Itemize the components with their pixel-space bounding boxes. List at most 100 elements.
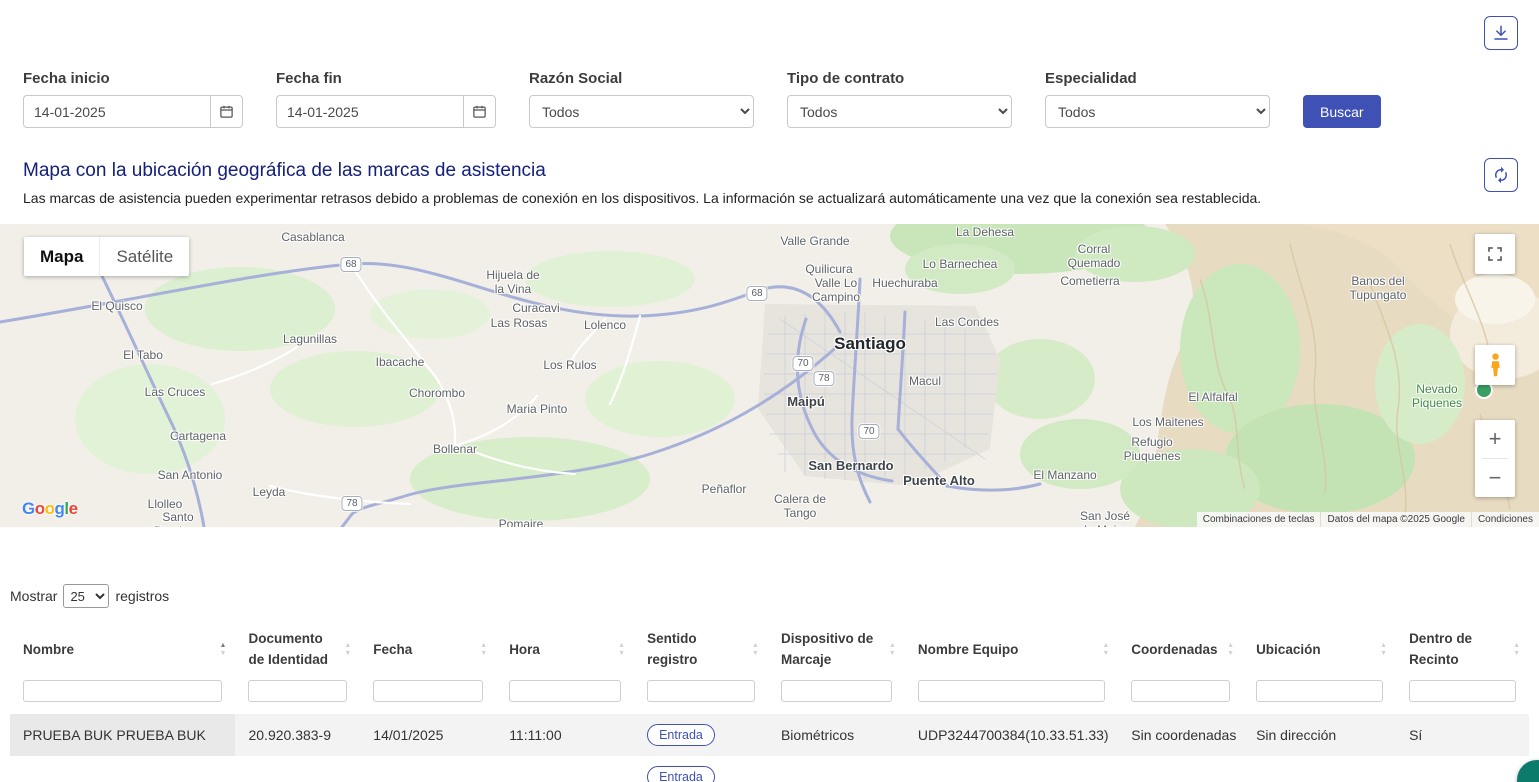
- fecha-inicio-calendar-button[interactable]: [210, 95, 243, 128]
- map-place-label: Las Cruces: [145, 385, 206, 399]
- column-header-sentido-registro[interactable]: Sentido registro▲▼: [634, 622, 768, 678]
- sort-carets: ▲▼: [1102, 642, 1109, 658]
- map-place-label: Las Rosas: [491, 316, 548, 330]
- fecha-fin-calendar-button[interactable]: [463, 95, 496, 128]
- route-shield: 78: [341, 496, 362, 511]
- filter-fecha-inicio: Fecha inicio: [23, 70, 243, 128]
- razon-social-select[interactable]: Todos: [529, 95, 754, 128]
- buscar-button[interactable]: Buscar: [1303, 95, 1381, 128]
- sort-carets: ▲▼: [344, 642, 351, 658]
- refresh-button[interactable]: [1484, 158, 1518, 192]
- map-place-label: Casablanca: [281, 230, 344, 244]
- column-header-dispositivo-de-marcaje[interactable]: Dispositivo de Marcaje▲▼: [768, 622, 905, 678]
- map-place-label: Curacavi: [512, 301, 559, 315]
- calendar-icon: [219, 104, 234, 119]
- map-place-label: El Tabo: [123, 348, 163, 362]
- column-filter-documento-de-identidad[interactable]: [248, 680, 347, 702]
- column-header-dentro-de-recinto[interactable]: Dentro de Recinto▲▼: [1396, 622, 1529, 678]
- filter-razon-social: Razón Social Todos: [529, 70, 754, 128]
- column-filter-fecha[interactable]: [373, 680, 483, 702]
- google-map[interactable]: CasablancaValle GrandeLa DehesaLo Barnec…: [0, 224, 1539, 527]
- tipo-contrato-select[interactable]: Todos: [787, 95, 1012, 128]
- attendance-table: Nombre▲▼Documento de Identidad▲▼Fecha▲▼H…: [10, 622, 1529, 782]
- map-place-label: El Manzano: [1033, 468, 1096, 482]
- map-labels-layer: CasablancaValle GrandeLa DehesaLo Barnec…: [0, 224, 1539, 527]
- map-place-label: Las Condes: [935, 315, 999, 329]
- column-filter-coordenadas[interactable]: [1131, 680, 1230, 702]
- map-place-label: Los Rulos: [543, 358, 596, 372]
- map-place-label: Corral Quemado: [1068, 242, 1121, 271]
- google-logo[interactable]: Google: [22, 499, 78, 519]
- column-header-coordenadas[interactable]: Coordenadas▲▼: [1118, 622, 1243, 678]
- tipo-contrato-label: Tipo de contrato: [787, 70, 1012, 87]
- map-section-subtitle: Las marcas de asistencia pueden experime…: [23, 190, 1261, 207]
- filter-fecha-fin: Fecha fin: [276, 70, 496, 128]
- column-filter-sentido-registro[interactable]: [647, 680, 755, 702]
- route-shield: 68: [340, 257, 361, 272]
- map-place-label: Los Maitenes: [1132, 415, 1203, 429]
- map-header: Mapa con la ubicación geográfica de las …: [0, 128, 1539, 207]
- column-header-nombre[interactable]: Nombre▲▼: [10, 622, 235, 678]
- razon-social-label: Razón Social: [529, 70, 754, 87]
- fecha-inicio-label: Fecha inicio: [23, 70, 243, 87]
- column-filter-nombre-equipo[interactable]: [918, 680, 1105, 702]
- map-place-label: San José de Maipo: [1080, 509, 1130, 527]
- map-place-label: Nevado Piquenes: [1412, 382, 1462, 411]
- table-row: Entrada: [10, 756, 1529, 782]
- download-icon: [1492, 24, 1510, 42]
- map-place-label: Hijuela de la Vina: [486, 268, 539, 297]
- fecha-inicio-input[interactable]: [23, 95, 210, 128]
- map-place-label: Peñaflor: [702, 482, 747, 496]
- map-place-label: Maipú: [787, 394, 825, 410]
- map-place-label: La Dehesa: [956, 225, 1014, 239]
- map-attribution-item[interactable]: Combinaciones de teclas: [1197, 512, 1321, 527]
- column-filter-dispositivo-de-marcaje[interactable]: [781, 680, 892, 702]
- map-type-satellite-button[interactable]: Satélite: [99, 237, 189, 276]
- map-place-label: Valle Lo Campino: [812, 276, 860, 305]
- map-attribution: Combinaciones de teclasDatos del mapa ©2…: [1197, 512, 1539, 527]
- column-header-fecha[interactable]: Fecha▲▼: [360, 622, 496, 678]
- map-place-label: Bollenar: [433, 442, 477, 456]
- column-header-hora[interactable]: Hora▲▼: [496, 622, 634, 678]
- sort-carets: ▲▼: [1513, 642, 1520, 658]
- column-filter-dentro-de-recinto[interactable]: [1409, 680, 1516, 702]
- map-place-label: Banos del Tupungato: [1350, 274, 1407, 303]
- zoom-in-button[interactable]: +: [1475, 420, 1515, 458]
- pegman-icon: [1488, 352, 1503, 378]
- table-length-control: Mostrar 25 registros: [10, 582, 1529, 610]
- fullscreen-button[interactable]: [1475, 234, 1515, 274]
- column-header-nombre-equipo[interactable]: Nombre Equipo▲▼: [905, 622, 1118, 678]
- map-attribution-item[interactable]: Condiciones: [1472, 512, 1539, 527]
- sort-carets: ▲▼: [220, 642, 227, 658]
- table-row: PRUEBA BUK PRUEBA BUK20.920.383-914/01/2…: [10, 714, 1529, 756]
- column-filter-hora[interactable]: [509, 680, 621, 702]
- sentido-registro-badge: Entrada: [647, 724, 715, 746]
- map-place-label: El Alfalfal: [1188, 390, 1237, 404]
- refresh-icon: [1492, 166, 1510, 184]
- route-shield: 70: [858, 424, 879, 439]
- sort-carets: ▲▼: [1380, 642, 1387, 658]
- sort-carets: ▲▼: [480, 642, 487, 658]
- column-header-documento-de-identidad[interactable]: Documento de Identidad▲▼: [235, 622, 360, 678]
- map-place-label: El Quisco: [91, 299, 142, 313]
- map-type-map-button[interactable]: Mapa: [24, 237, 99, 276]
- page-size-select[interactable]: 25: [63, 584, 109, 608]
- page: Fecha inicio Fecha fin Razón: [0, 0, 1539, 782]
- pegman-button[interactable]: [1475, 345, 1515, 385]
- especialidad-label: Especialidad: [1045, 70, 1270, 87]
- column-header-ubicacion[interactable]: Ubicación▲▼: [1243, 622, 1396, 678]
- table-header-row: Nombre▲▼Documento de Identidad▲▼Fecha▲▼H…: [10, 622, 1529, 678]
- fullscreen-icon: [1486, 245, 1504, 263]
- sort-carets: ▲▼: [618, 642, 625, 658]
- fecha-fin-input[interactable]: [276, 95, 463, 128]
- map-place-label: San Antonio: [158, 468, 223, 482]
- zoom-out-button[interactable]: −: [1475, 459, 1515, 497]
- map-place-label: Lagunillas: [283, 332, 337, 346]
- map-place-label: Leyda: [253, 485, 286, 499]
- column-filter-nombre[interactable]: [23, 680, 222, 702]
- column-filter-ubicacion[interactable]: [1256, 680, 1383, 702]
- map-place-label: Quilicura: [805, 262, 852, 276]
- download-button[interactable]: [1484, 16, 1518, 50]
- sentido-registro-badge: Entrada: [647, 766, 715, 782]
- especialidad-select[interactable]: Todos: [1045, 95, 1270, 128]
